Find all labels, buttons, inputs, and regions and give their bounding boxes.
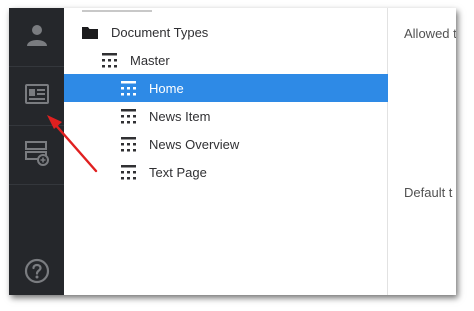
- tree-item-document-types[interactable]: Document Types: [64, 18, 404, 46]
- doctype-icon: [119, 136, 137, 152]
- doctype-icon: [100, 52, 118, 68]
- doctype-icon: [119, 108, 137, 124]
- tree-item-label: Master: [130, 52, 170, 68]
- tree-item-label: News Item: [149, 108, 211, 124]
- help-icon: [24, 258, 50, 289]
- rail-item-members[interactable]: [9, 67, 64, 126]
- rail-item-help[interactable]: [9, 244, 64, 295]
- folder-icon: [81, 24, 99, 40]
- tree-item-news-item[interactable]: News Item: [64, 102, 442, 130]
- rail-item-users[interactable]: [9, 8, 64, 67]
- tree-item-home[interactable]: Home: [64, 74, 442, 102]
- doctype-tree: Document Types Master Home News Item New…: [64, 8, 442, 295]
- user-icon: [25, 23, 49, 52]
- app-frame: Document Types Master Home News Item New…: [9, 8, 456, 295]
- doctype-icon: [119, 80, 137, 96]
- tree-cutoff-item: [82, 8, 152, 12]
- tree-item-master[interactable]: Master: [64, 46, 423, 74]
- tree-item-label: News Overview: [149, 136, 240, 152]
- editor-panel: Allowed t Default t: [388, 8, 456, 295]
- tree-item-label: Document Types: [111, 24, 209, 40]
- tree-item-news-overview[interactable]: News Overview: [64, 130, 442, 158]
- default-label: Default t: [404, 185, 453, 200]
- allowed-label: Allowed t: [404, 26, 456, 41]
- section-rail: [9, 8, 64, 295]
- doctype-icon: [119, 164, 137, 180]
- document-add-icon: [24, 140, 50, 171]
- tree-item-text-page[interactable]: Text Page: [64, 158, 442, 186]
- tree-item-label: Text Page: [149, 164, 207, 180]
- id-card-icon: [24, 83, 49, 109]
- rail-item-forms[interactable]: [9, 126, 64, 185]
- tree-item-label: Home: [149, 80, 184, 96]
